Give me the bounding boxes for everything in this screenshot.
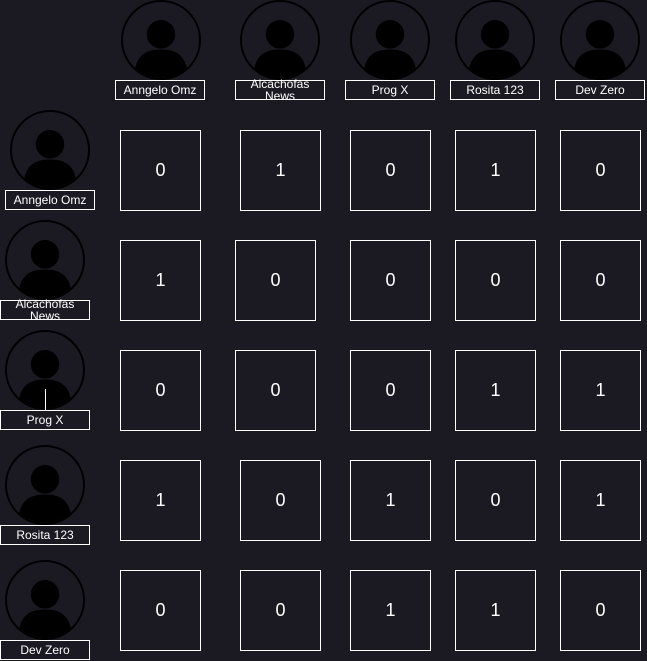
col-header-label: Rosita 123 (450, 80, 540, 100)
matrix-cell: 1 (350, 460, 431, 541)
matrix-cell: 0 (240, 570, 321, 651)
col-avatar-2-icon (350, 0, 430, 80)
col-header-label: Alcachofas News (235, 78, 325, 102)
row-avatar-3-icon (5, 445, 85, 525)
matrix-cell: 0 (235, 240, 316, 321)
matrix-cell: 1 (120, 460, 201, 541)
row-header-label: Prog X (0, 410, 90, 430)
row-avatar-1-icon (5, 220, 85, 300)
col-avatar-3-icon (455, 0, 535, 80)
connector-line (45, 389, 46, 411)
matrix-cell: 1 (240, 130, 321, 211)
col-header-label: Prog X (345, 80, 435, 100)
row-header-label: Alcachofas News (0, 298, 90, 322)
matrix-cell: 0 (455, 240, 536, 321)
matrix-cell: 0 (455, 460, 536, 541)
col-avatar-1-icon (240, 0, 320, 80)
matrix-cell: 1 (560, 460, 641, 541)
matrix-cell: 0 (120, 130, 201, 211)
col-header-label: Dev Zero (555, 80, 645, 100)
matrix-cell: 1 (350, 570, 431, 651)
matrix-cell: 1 (560, 350, 641, 431)
matrix-cell: 1 (455, 130, 536, 211)
col-avatar-4-icon (560, 0, 640, 80)
matrix-cell: 1 (455, 570, 536, 651)
row-header-label: Anngelo Omz (5, 190, 95, 210)
row-avatar-0-icon (10, 110, 90, 190)
matrix-cell: 0 (235, 350, 316, 431)
col-header-label: Anngelo Omz (115, 80, 205, 100)
matrix-cell: 0 (120, 350, 201, 431)
matrix-cell: 0 (350, 350, 431, 431)
matrix-cell: 0 (560, 130, 641, 211)
row-header-label: Rosita 123 (0, 525, 90, 545)
matrix-cell: 0 (350, 240, 431, 321)
matrix-cell: 1 (120, 240, 201, 321)
matrix-cell: 0 (560, 570, 641, 651)
matrix-cell: 0 (350, 130, 431, 211)
matrix-cell: 1 (455, 350, 536, 431)
col-avatar-0-icon (121, 0, 201, 80)
matrix-cell: 0 (240, 460, 321, 541)
row-avatar-4-icon (5, 560, 85, 640)
row-header-label: Dev Zero (0, 640, 90, 660)
matrix-cell: 0 (560, 240, 641, 321)
matrix-cell: 0 (120, 570, 201, 651)
